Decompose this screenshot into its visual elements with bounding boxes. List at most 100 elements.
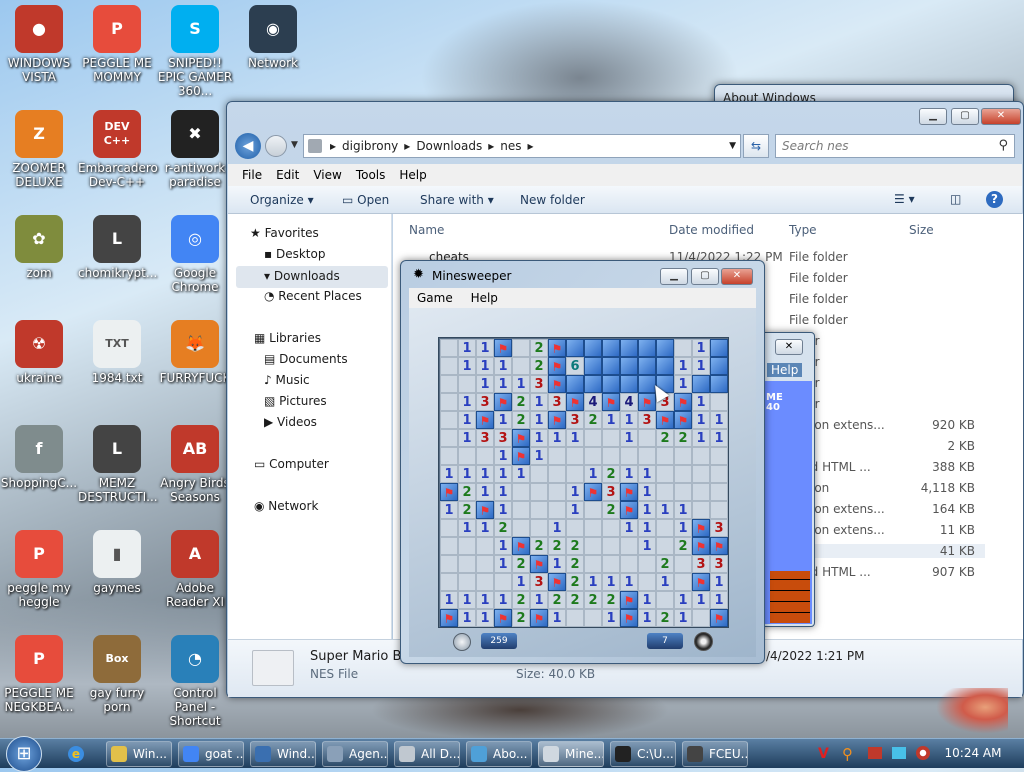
revealed-cell[interactable] [512,483,530,501]
revealed-cell[interactable] [440,339,458,357]
revealed-cell[interactable]: 1 [494,501,512,519]
unrevealed-cell[interactable] [656,339,674,357]
menu-help[interactable]: Help [399,164,426,186]
revealed-cell[interactable]: 3 [566,411,584,429]
tray-volume-icon[interactable] [916,746,930,760]
nav-libraries[interactable]: ▦ Libraries [254,331,321,345]
revealed-cell[interactable] [566,609,584,627]
revealed-cell[interactable] [584,447,602,465]
unrevealed-cell[interactable] [620,375,638,393]
revealed-cell[interactable] [476,447,494,465]
revealed-cell[interactable] [548,465,566,483]
revealed-cell[interactable] [530,501,548,519]
revealed-cell[interactable] [656,483,674,501]
revealed-cell[interactable] [476,573,494,591]
revealed-cell[interactable]: 2 [584,411,602,429]
revealed-cell[interactable]: 1 [548,429,566,447]
revealed-cell[interactable]: 1 [638,483,656,501]
ms-menu-help[interactable]: Help [471,291,498,305]
unrevealed-cell[interactable] [584,375,602,393]
revealed-cell[interactable] [566,447,584,465]
flagged-cell[interactable]: ⚑ [674,411,692,429]
revealed-cell[interactable]: 2 [656,429,674,447]
unrevealed-cell[interactable] [710,357,728,375]
revealed-cell[interactable]: 1 [440,501,458,519]
desktop-icon[interactable]: Ppeggle my heggle [0,530,78,609]
revealed-cell[interactable]: 2 [530,339,548,357]
desktop-icon[interactable]: AB Angry Birds Seasons [156,425,234,504]
address-dropdown-icon[interactable]: ▼ [729,141,736,151]
column-header-type[interactable]: Type [789,223,817,237]
nav-network[interactable]: ◉ Network [254,499,318,513]
menu-view[interactable]: View [313,164,341,186]
search-box[interactable]: Search nes ⚲ [775,134,1015,158]
unrevealed-cell[interactable] [656,357,674,375]
unrevealed-cell[interactable] [620,357,638,375]
unrevealed-cell[interactable] [584,357,602,375]
revealed-cell[interactable]: 2 [566,537,584,555]
unrevealed-cell[interactable] [602,375,620,393]
revealed-cell[interactable] [440,429,458,447]
revealed-cell[interactable]: 1 [476,519,494,537]
close-button[interactable]: ✕ [981,108,1021,125]
desktop-icon[interactable]: ▮ gaymes [78,530,156,595]
taskbar-button[interactable]: All D... [394,741,460,767]
flagged-cell[interactable]: ⚑ [710,537,728,555]
revealed-cell[interactable] [710,465,728,483]
unrevealed-cell[interactable] [566,375,584,393]
revealed-cell[interactable] [512,357,530,375]
unrevealed-cell[interactable] [638,339,656,357]
revealed-cell[interactable]: 1 [710,573,728,591]
revealed-cell[interactable]: 1 [692,591,710,609]
file-row-type[interactable]: File folder [789,271,848,285]
revealed-cell[interactable]: 3 [530,375,548,393]
file-row-type[interactable]: File folder [789,250,848,264]
revealed-cell[interactable]: 1 [494,555,512,573]
revealed-cell[interactable] [584,519,602,537]
revealed-cell[interactable]: 3 [494,429,512,447]
flagged-cell[interactable]: ⚑ [494,609,512,627]
flagged-cell[interactable]: ⚑ [656,411,674,429]
revealed-cell[interactable]: 1 [548,519,566,537]
revealed-cell[interactable] [674,339,692,357]
revealed-cell[interactable]: 4 [584,393,602,411]
forward-button[interactable] [265,135,287,157]
revealed-cell[interactable]: 3 [710,555,728,573]
tray-v-icon[interactable]: V [818,746,829,762]
revealed-cell[interactable]: 1 [512,465,530,483]
revealed-cell[interactable]: 1 [620,519,638,537]
revealed-cell[interactable]: 1 [494,483,512,501]
clock[interactable]: 10:24 AM [940,746,1006,760]
revealed-cell[interactable]: 1 [458,411,476,429]
recent-pages-chevron-icon[interactable]: ▼ [291,140,298,150]
revealed-cell[interactable]: 1 [710,591,728,609]
file-row-type[interactable]: File folder [789,292,848,306]
revealed-cell[interactable]: 1 [494,537,512,555]
flagged-cell[interactable]: ⚑ [476,411,494,429]
revealed-cell[interactable] [584,609,602,627]
revealed-cell[interactable] [584,537,602,555]
revealed-cell[interactable]: 1 [476,483,494,501]
revealed-cell[interactable]: 2 [566,555,584,573]
desktop-icon[interactable]: ✿ zom [0,215,78,280]
nav-documents[interactable]: ▤ Documents [264,352,348,366]
file-row-type[interactable]: File folder [789,313,848,327]
revealed-cell[interactable]: 3 [692,555,710,573]
revealed-cell[interactable] [692,465,710,483]
revealed-cell[interactable] [674,483,692,501]
flagged-cell[interactable]: ⚑ [620,501,638,519]
revealed-cell[interactable]: 2 [458,501,476,519]
revealed-cell[interactable]: 3 [710,519,728,537]
revealed-cell[interactable]: 2 [584,591,602,609]
revealed-cell[interactable]: 1 [566,483,584,501]
unrevealed-cell[interactable] [692,375,710,393]
revealed-cell[interactable]: 1 [548,609,566,627]
revealed-cell[interactable]: 1 [620,429,638,447]
column-header-date[interactable]: Date modified [669,223,754,237]
revealed-cell[interactable]: 1 [566,501,584,519]
revealed-cell[interactable]: 1 [674,519,692,537]
view-options-icon[interactable]: ☰ ▾ [894,192,915,206]
revealed-cell[interactable]: 1 [548,555,566,573]
desktop-icon[interactable]: P PEGGLE ME NEGKBEA... [0,635,78,714]
revealed-cell[interactable]: 1 [638,519,656,537]
